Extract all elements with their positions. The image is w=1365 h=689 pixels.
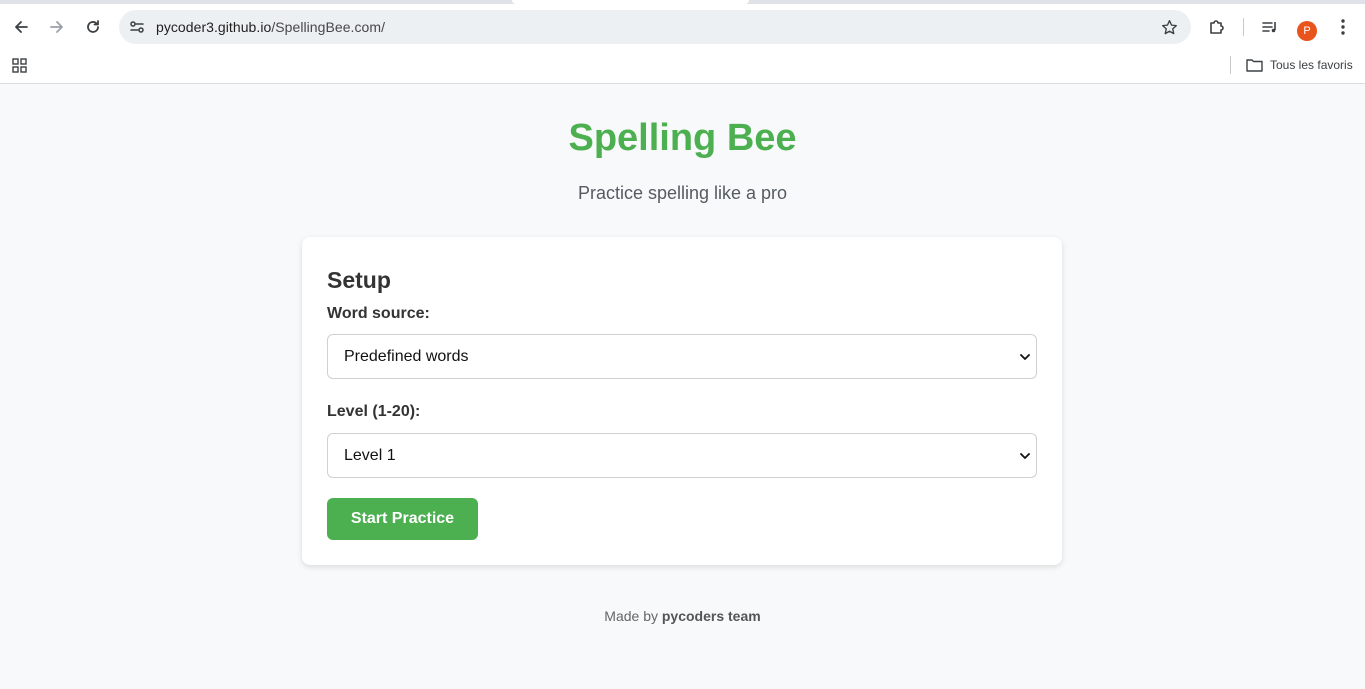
browser-menu-button[interactable] xyxy=(1330,14,1356,40)
chevron-down-icon xyxy=(1019,450,1031,462)
apps-button[interactable] xyxy=(10,56,28,74)
url-text[interactable]: pycoder3.github.io/SpellingBee.com/ xyxy=(156,19,385,35)
profile-avatar[interactable]: P xyxy=(1297,21,1317,41)
word-source-select[interactable]: Predefined words xyxy=(327,334,1037,379)
level-value: Level 1 xyxy=(344,447,396,464)
bookmarks-divider xyxy=(1230,56,1231,74)
footer-made-by: Made by xyxy=(604,608,658,624)
media-control-icon xyxy=(1262,22,1276,33)
level-label: Level (1-20): xyxy=(327,403,421,420)
all-bookmarks-label: Tous les favoris xyxy=(1270,58,1353,72)
extensions-button[interactable] xyxy=(1204,14,1230,40)
setup-card: Setup Word source: Predefined words Leve… xyxy=(302,237,1062,565)
page-title: Spelling Bee xyxy=(568,117,797,159)
site-info-icon xyxy=(130,21,144,33)
word-source-label: Word source: xyxy=(327,305,430,322)
start-practice-button[interactable]: Start Practice xyxy=(327,498,478,540)
url-host: pycoder3.github.io xyxy=(156,19,272,35)
toolbar-divider xyxy=(1243,18,1244,36)
footer: Made by pycoders team xyxy=(0,608,1365,624)
star-icon xyxy=(1161,19,1177,34)
reload-icon xyxy=(87,20,99,33)
forward-icon xyxy=(50,21,63,33)
folder-icon xyxy=(1246,59,1263,72)
site-info-button[interactable] xyxy=(125,15,149,39)
address-bar[interactable]: pycoder3.github.io/SpellingBee.com/ xyxy=(119,10,1191,44)
apps-grid-icon xyxy=(11,57,27,73)
chevron-down-icon xyxy=(1019,351,1031,363)
word-source-value: Predefined words xyxy=(344,348,469,365)
reload-button[interactable] xyxy=(80,14,106,40)
back-button[interactable] xyxy=(8,14,34,40)
forward-button[interactable] xyxy=(44,14,70,40)
kebab-menu-icon xyxy=(1341,19,1345,35)
extensions-icon xyxy=(1210,20,1224,34)
browser-toolbar: pycoder3.github.io/SpellingBee.com/ P xyxy=(0,4,1365,50)
bookmark-star-button[interactable] xyxy=(1159,17,1179,37)
page-subtitle: Practice spelling like a pro xyxy=(577,183,788,203)
level-select[interactable]: Level 1 xyxy=(327,433,1037,478)
setup-heading: Setup xyxy=(327,267,391,293)
media-control-button[interactable] xyxy=(1257,14,1283,40)
bookmarks-bar: Tous les favoris xyxy=(0,50,1365,84)
url-path: /SpellingBee.com/ xyxy=(271,19,386,35)
all-bookmarks-folder[interactable]: Tous les favoris xyxy=(1246,55,1353,75)
footer-team: pycoders team xyxy=(661,608,761,624)
page-content: Spelling Bee Practice spelling like a pr… xyxy=(0,85,1365,689)
back-icon xyxy=(15,21,28,33)
